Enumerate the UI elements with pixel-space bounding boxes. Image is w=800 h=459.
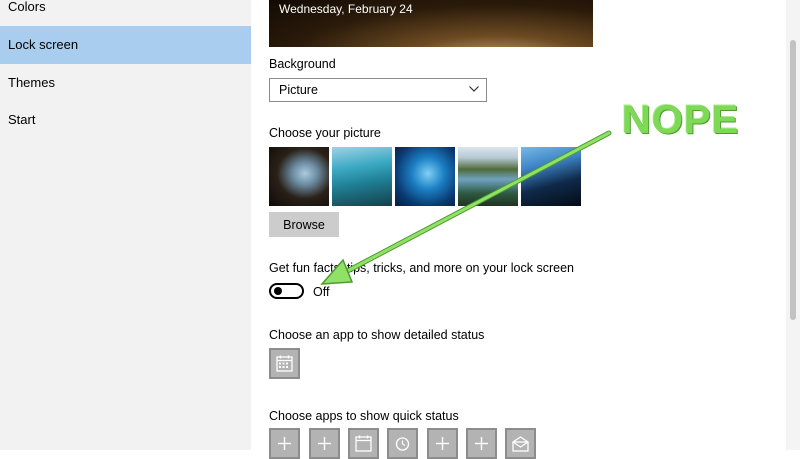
browse-button[interactable]: Browse (269, 212, 339, 237)
alarm-icon (395, 437, 410, 451)
picture-thumbnail-cave[interactable] (269, 147, 329, 206)
background-label: Background (269, 57, 336, 71)
quick-status-slot-3[interactable] (348, 428, 379, 459)
quick-status-slot-6[interactable] (466, 428, 497, 459)
lock-screen-preview: Wednesday, February 24 (269, 0, 593, 47)
quick-status-slot-5[interactable] (427, 428, 458, 459)
vertical-scrollbar[interactable] (786, 0, 800, 450)
plus-icon (318, 437, 331, 450)
plus-icon (436, 437, 449, 450)
quick-status-label: Choose apps to show quick status (269, 409, 459, 423)
sidebar-item-lock-screen[interactable]: Lock screen (0, 26, 251, 64)
preview-date: Wednesday, February 24 (279, 2, 413, 16)
calendar-icon (355, 435, 372, 452)
detailed-status-app-button[interactable] (269, 348, 300, 379)
toggle-state-label: Off (313, 285, 330, 299)
quick-status-slot-4[interactable] (387, 428, 418, 459)
choose-picture-label: Choose your picture (269, 126, 381, 140)
quick-status-slot-7[interactable] (505, 428, 536, 459)
calendar-icon (276, 355, 293, 372)
picture-thumbnail-underwater[interactable] (395, 147, 455, 206)
mail-icon (512, 436, 529, 452)
sidebar-item-colors[interactable]: Colors (0, 0, 251, 26)
picture-thumbnail-lake[interactable] (458, 147, 518, 206)
plus-icon (278, 437, 291, 450)
fun-facts-toggle[interactable] (269, 283, 304, 299)
detailed-status-label: Choose an app to show detailed status (269, 328, 485, 342)
background-dropdown-value: Picture (279, 83, 318, 97)
chevron-down-icon (469, 86, 479, 92)
sidebar-item-start[interactable]: Start (0, 101, 251, 139)
scrollbar-thumb[interactable] (790, 40, 796, 320)
sidebar-item-themes[interactable]: Themes (0, 64, 251, 102)
quick-status-slot-2[interactable] (309, 428, 340, 459)
plus-icon (475, 437, 488, 450)
fun-facts-label: Get fun facts, tips, tricks, and more on… (269, 261, 574, 275)
sidebar: Colors Lock screen Themes Start (0, 0, 251, 450)
quick-status-slot-1[interactable] (269, 428, 300, 459)
annotation-text: NOPE (622, 98, 740, 142)
picture-thumbnail-salt-flat[interactable] (521, 147, 581, 206)
background-dropdown[interactable]: Picture (269, 78, 487, 102)
toggle-knob (274, 287, 282, 295)
picture-thumbnail-beach[interactable] (332, 147, 392, 206)
